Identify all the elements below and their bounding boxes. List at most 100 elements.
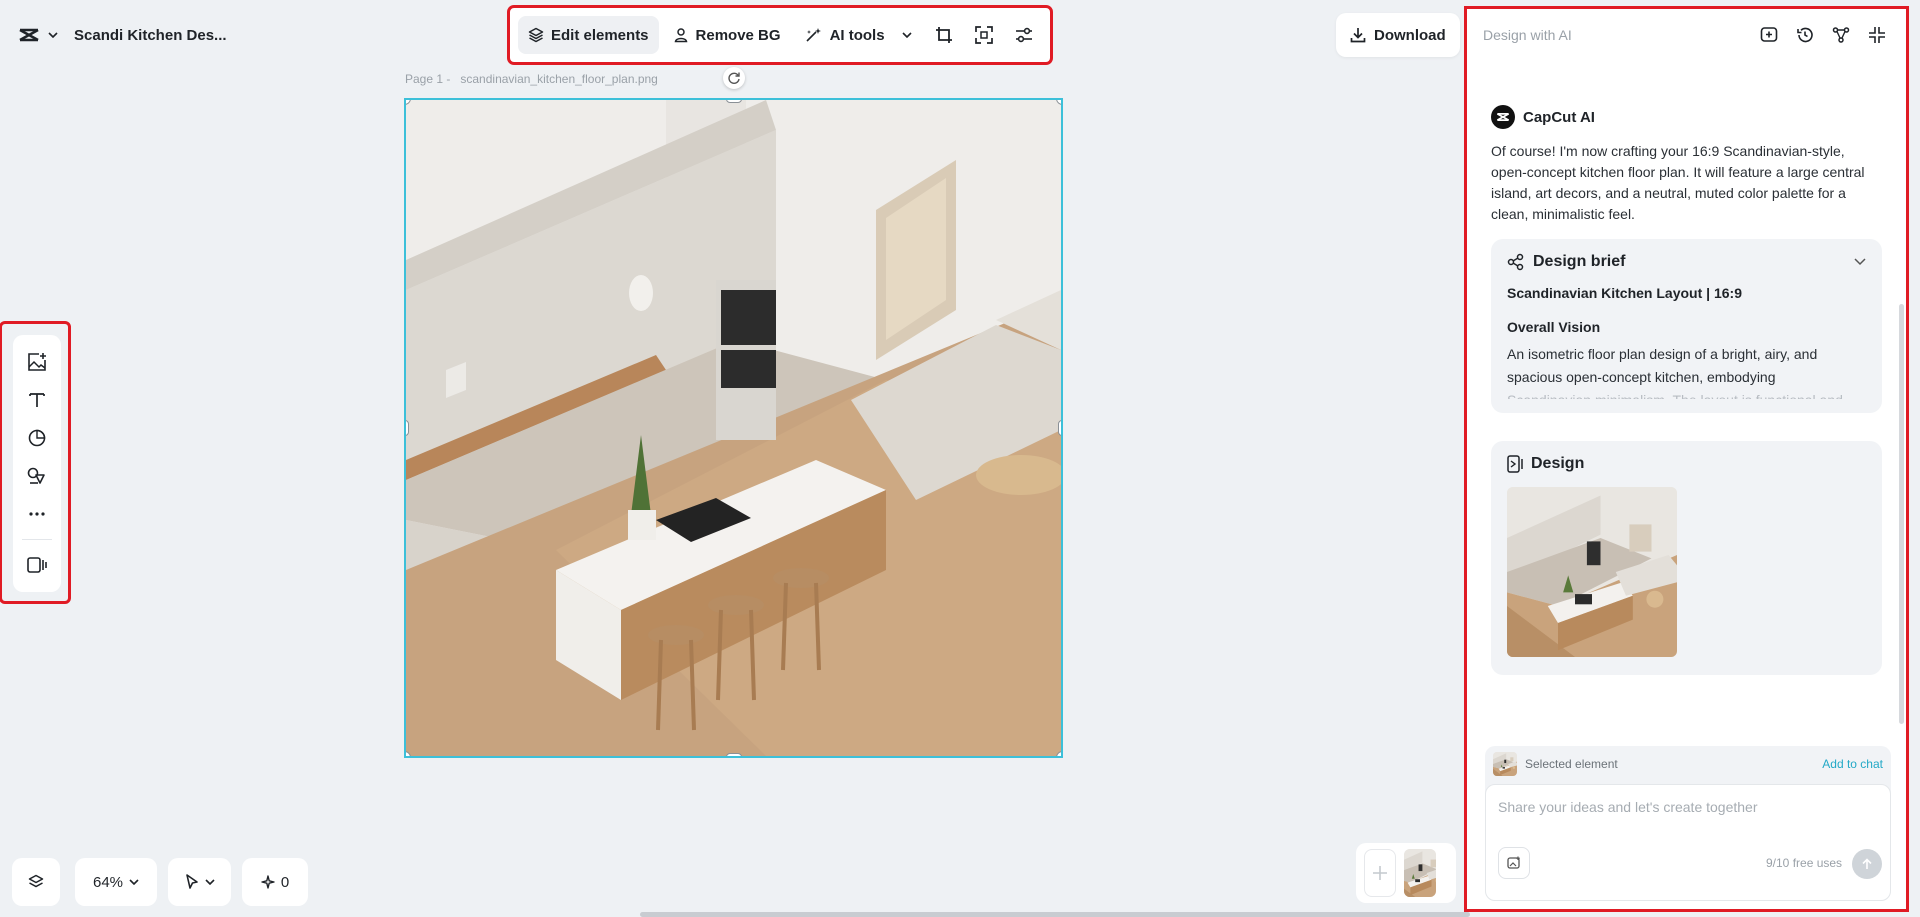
new-chat-icon[interactable] [1760, 26, 1778, 44]
chat-input-box: 9/10 free uses [1485, 784, 1891, 901]
add-page-button[interactable] [1364, 849, 1396, 897]
zoom-level: 64% [92, 873, 124, 891]
send-button[interactable] [1852, 849, 1882, 879]
context-toolbar: Edit elements Remove BG AI tools [507, 5, 1053, 65]
resize-handle-top[interactable] [726, 100, 742, 103]
canvas-image[interactable] [404, 98, 1063, 758]
free-uses-counter: 9/10 free uses [1766, 856, 1843, 870]
resize-handle-bottom[interactable] [726, 753, 742, 756]
panel-title: Design with AI [1483, 27, 1572, 43]
credits-button[interactable]: 0 [242, 858, 308, 906]
collapse-icon[interactable] [1868, 26, 1886, 44]
chevron-down-icon [901, 32, 912, 38]
more-tools-button[interactable] [17, 495, 57, 533]
layers-icon [528, 27, 544, 43]
project-menu[interactable]: Scandi Kitchen Des... [10, 13, 239, 57]
remove-bg-button[interactable]: Remove BG [663, 16, 791, 54]
plus-icon [1372, 865, 1388, 881]
sparkle-icon [261, 875, 275, 889]
design-brief-card[interactable]: Design brief Scandinavian Kitchen Layout… [1491, 239, 1882, 413]
design-icon [1507, 455, 1523, 473]
pointer-tool-dropdown[interactable] [168, 858, 231, 906]
panel-header: Design with AI [1467, 9, 1906, 61]
magic-wand-icon [805, 27, 823, 43]
upscale-button[interactable] [966, 16, 1002, 54]
capcut-logo-icon [18, 27, 40, 43]
expand-corners-icon [974, 26, 993, 44]
brief-text-faded: Scandinavian minimalism. The layout is f… [1507, 389, 1866, 399]
capcut-avatar-icon [1491, 105, 1515, 129]
page-number: Page 1 - [405, 72, 451, 86]
bot-name: CapCut AI [1523, 108, 1595, 126]
elements-icon [27, 467, 47, 485]
design-result-card: Design [1491, 441, 1882, 675]
rotate-handle[interactable] [723, 67, 745, 89]
text-icon [28, 391, 46, 409]
sliders-icon [1015, 27, 1033, 43]
ai-tools-button[interactable]: AI tools [795, 16, 922, 54]
selected-element-thumbnail [1493, 752, 1517, 776]
page-label: Page 1 - scandinavian_kitchen_floor_plan.… [405, 72, 658, 86]
attach-image-button[interactable] [1498, 847, 1530, 879]
chat-input[interactable] [1498, 799, 1878, 815]
person-icon [673, 27, 689, 43]
page-tray [1356, 843, 1456, 903]
download-label: Download [1374, 26, 1446, 44]
text-tool-button[interactable] [17, 381, 57, 419]
design-thumbnail[interactable] [1507, 487, 1677, 657]
chat-composer: Selected element Add to chat 9/10 free u… [1485, 746, 1891, 901]
horizontal-scrollbar[interactable] [640, 912, 1470, 917]
layers-button[interactable] [12, 858, 60, 906]
zoom-dropdown[interactable]: 64% [75, 858, 157, 906]
edit-elements-label: Edit elements [551, 26, 649, 44]
resize-handle-right[interactable] [1058, 420, 1061, 436]
panel-scrollbar[interactable] [1899, 304, 1904, 724]
project-title[interactable]: Scandi Kitchen Des... [74, 27, 227, 44]
chevron-down-icon [204, 879, 215, 885]
chevron-down-icon [129, 879, 139, 885]
brief-nodes-icon [1507, 253, 1525, 271]
kitchen-image [406, 100, 1061, 756]
chevron-down-icon[interactable] [48, 32, 58, 38]
left-tool-rail [0, 321, 71, 604]
chevron-down-icon[interactable] [1854, 258, 1866, 266]
page-thumbnail[interactable] [1404, 849, 1436, 897]
cursor-icon [185, 874, 199, 890]
brief-text: An isometric floor plan design of a brig… [1507, 346, 1818, 385]
credits-count: 0 [280, 873, 290, 891]
add-image-button[interactable] [17, 343, 57, 381]
resize-handle-bottom-right[interactable] [1056, 751, 1061, 756]
attach-image-icon [1507, 856, 1521, 870]
edit-elements-button[interactable]: Edit elements [518, 16, 659, 54]
design-brief-title: Design brief [1533, 253, 1626, 270]
resize-handle-left[interactable] [406, 420, 409, 436]
design-with-ai-panel: Design with AI CapCut AI Of course! I'm … [1464, 6, 1909, 912]
layers-icon [28, 874, 44, 890]
rotate-icon [727, 71, 741, 85]
elements-tool-button[interactable] [17, 457, 57, 495]
shapes-tool-button[interactable] [17, 419, 57, 457]
design-title: Design [1531, 455, 1585, 472]
download-icon [1350, 27, 1366, 43]
panel-toggle-button[interactable] [17, 546, 57, 584]
selected-element-label: Selected element [1525, 757, 1618, 771]
brief-section-heading: Overall Vision [1507, 319, 1601, 335]
history-icon[interactable] [1796, 26, 1814, 44]
add-image-icon [27, 352, 47, 372]
remove-bg-label: Remove BG [695, 26, 781, 44]
ai-tools-label: AI tools [829, 26, 885, 44]
add-to-chat-link[interactable]: Add to chat [1822, 757, 1883, 771]
arrow-up-icon [1861, 858, 1873, 870]
brief-subtitle: Scandinavian Kitchen Layout | 16:9 [1507, 285, 1742, 301]
presentation-icon [27, 557, 47, 573]
share-icon[interactable] [1832, 26, 1850, 44]
download-button[interactable]: Download [1336, 13, 1460, 57]
crop-button[interactable] [926, 16, 962, 54]
bot-message: Of course! I'm now crafting your 16:9 Sc… [1491, 143, 1865, 222]
file-name: scandinavian_kitchen_floor_plan.png [460, 72, 658, 86]
more-horizontal-icon [29, 512, 45, 516]
crop-icon [935, 26, 953, 44]
shapes-icon [28, 429, 46, 447]
chat-scroll-area[interactable]: CapCut AI Of course! I'm now crafting yo… [1467, 61, 1906, 751]
adjust-button[interactable] [1006, 16, 1042, 54]
